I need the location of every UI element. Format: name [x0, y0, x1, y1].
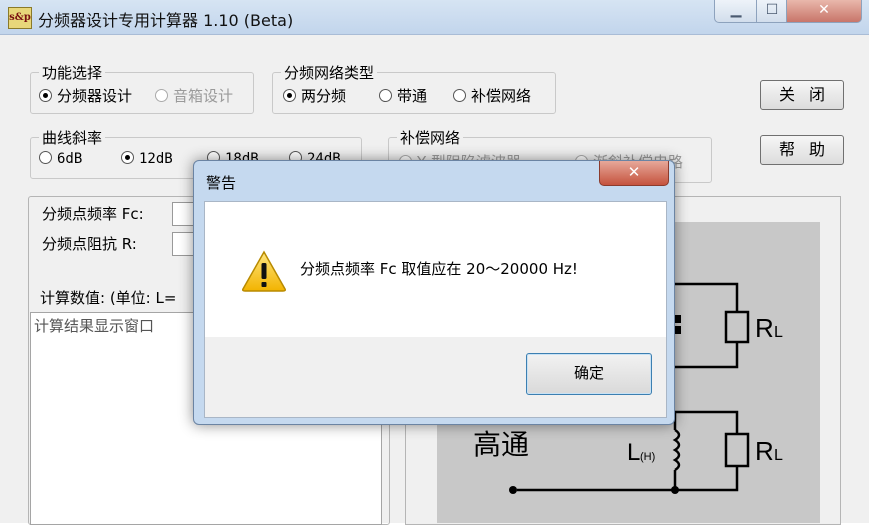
- help-button[interactable]: 帮助: [760, 135, 844, 165]
- radio-empty-icon: [453, 89, 466, 102]
- close-window-button[interactable]: ✕: [786, 0, 862, 23]
- minimize-button[interactable]: ▁: [714, 0, 758, 23]
- radio-crossover-design[interactable]: 分频器设计: [39, 85, 132, 106]
- radio-selected-icon: [39, 89, 52, 102]
- dialog-message-area: 分频点频率 Fc 取值应在 20～20000 Hz!: [205, 202, 666, 337]
- dialog-title: 警告: [206, 174, 237, 192]
- radio-selected-icon: [283, 89, 296, 102]
- inductor-sub: (H): [640, 451, 655, 463]
- dialog-body: 分频点频率 Fc 取值应在 20～20000 Hz! 确定: [204, 201, 667, 418]
- radio-6db[interactable]: 6dB: [39, 151, 82, 167]
- radio-compensation[interactable]: 补偿网络: [453, 85, 531, 106]
- circuit-wire: [517, 466, 739, 492]
- inductor-label: L: [627, 439, 640, 466]
- junction-node: [671, 486, 679, 494]
- circuit-wire: [675, 410, 739, 434]
- ok-button[interactable]: 确定: [526, 353, 652, 395]
- app-logo-icon: s&p: [8, 7, 32, 29]
- maximize-button[interactable]: ☐: [756, 0, 788, 23]
- radio-empty-icon: [379, 89, 392, 102]
- radio-12db[interactable]: 12dB: [121, 151, 173, 167]
- warning-icon: [242, 250, 286, 292]
- inductor-symbol: [672, 428, 681, 472]
- r-label: 分频点阻抗 R:: [42, 235, 137, 253]
- group-legend: 曲线斜率: [39, 127, 106, 148]
- terminal-node: [509, 486, 517, 494]
- highpass-label: 高通: [473, 428, 529, 461]
- radio-empty-icon: [39, 151, 52, 164]
- calc-values-label: 计算数值: (单位: L=: [40, 289, 177, 307]
- network-type-group: 分频网络类型 两分频 带通 补偿网络: [272, 62, 556, 114]
- resistor-sub-lower: L: [774, 447, 783, 464]
- circuit-wire: [667, 342, 739, 369]
- fc-label: 分频点频率 Fc:: [42, 205, 144, 223]
- group-legend: 补偿网络: [397, 127, 464, 148]
- warning-dialog: 警告 ✕ 分频点频率 Fc 取值应在 20～20000 Hz! 确定: [193, 160, 675, 425]
- result-placeholder: 计算结果显示窗口: [34, 317, 155, 335]
- radio-speaker-design[interactable]: 音箱设计: [155, 85, 233, 106]
- radio-empty-icon: [155, 89, 168, 102]
- circuit-wire: [667, 282, 739, 312]
- dialog-message: 分频点频率 Fc 取值应在 20～20000 Hz!: [300, 260, 578, 278]
- close-button[interactable]: 关闭: [760, 80, 844, 110]
- main-titlebar: s&p 分频器设计专用计算器 1.10 (Beta) ▁ ☐ ✕: [0, 0, 869, 35]
- group-legend: 功能选择: [39, 62, 106, 83]
- group-legend: 分频网络类型: [281, 62, 378, 83]
- radio-two-way[interactable]: 两分频: [283, 85, 346, 106]
- resistor-label-upper: R: [755, 313, 774, 343]
- window-title: 分频器设计专用计算器 1.10 (Beta): [38, 11, 294, 30]
- dialog-close-button[interactable]: ✕: [599, 161, 669, 186]
- resistor-symbol: [724, 432, 750, 468]
- radio-selected-icon: [121, 151, 134, 164]
- resistor-sub-upper: L: [774, 324, 783, 341]
- radio-bandpass[interactable]: 带通: [379, 85, 427, 106]
- function-select-group: 功能选择 分频器设计 音箱设计: [30, 62, 254, 114]
- resistor-symbol: [724, 310, 750, 344]
- resistor-label-lower: R: [755, 436, 774, 466]
